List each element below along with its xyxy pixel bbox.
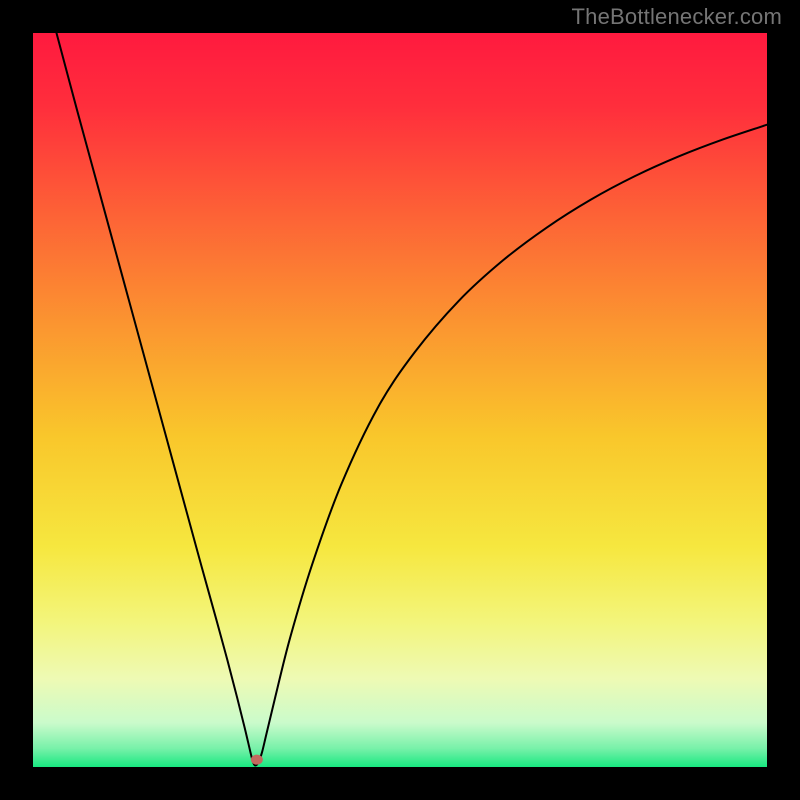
chart-svg bbox=[33, 33, 767, 767]
chart-frame: TheBottlenecker.com bbox=[0, 0, 800, 800]
watermark-text: TheBottlenecker.com bbox=[572, 4, 782, 30]
plot-area bbox=[33, 33, 767, 767]
gradient-background bbox=[33, 33, 767, 767]
optimum-marker bbox=[251, 755, 263, 765]
